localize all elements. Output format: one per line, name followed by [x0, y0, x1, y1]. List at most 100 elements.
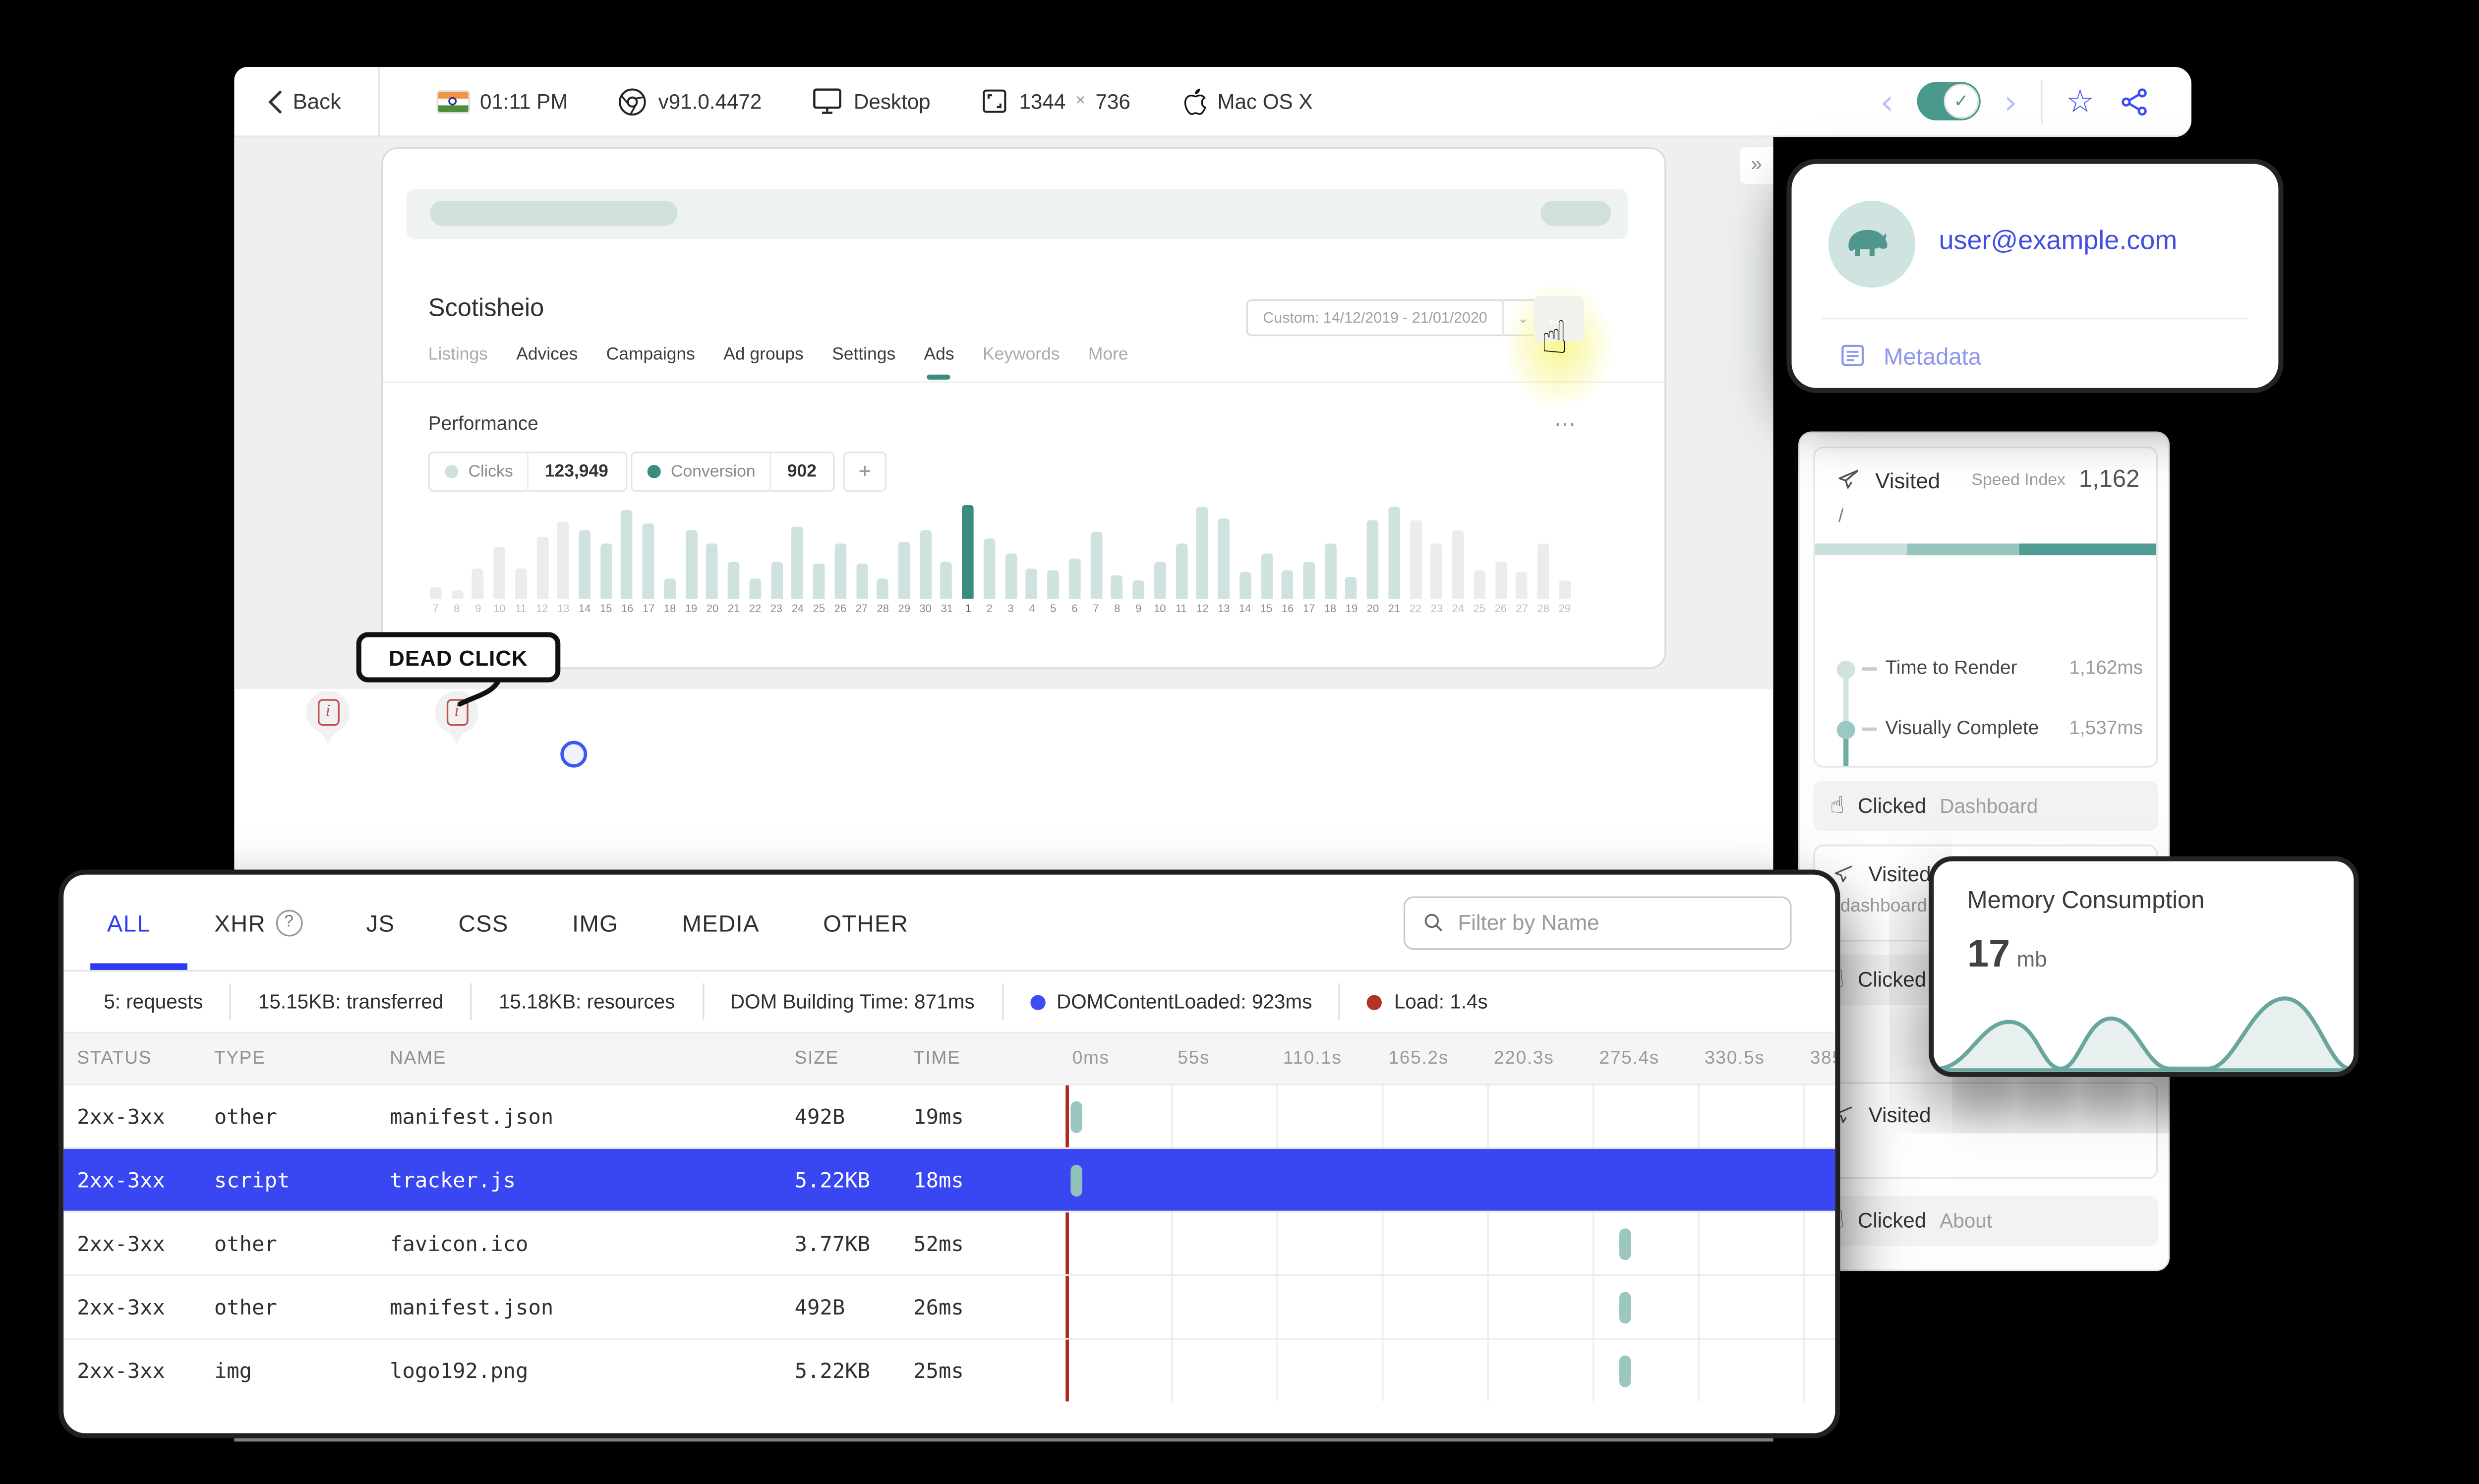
back-button[interactable]: Back [234, 89, 378, 114]
add-kpi-button[interactable]: + [843, 451, 887, 492]
table-row[interactable]: 2xx-3xx other favicon.ico 3.77KB 52ms [63, 1210, 1835, 1274]
filter-input[interactable] [1458, 910, 1773, 935]
stat-transferred: 15.15KB: transferred [230, 983, 471, 1021]
share-icon[interactable] [2118, 84, 2151, 117]
prev-session-button[interactable]: ‹ [1880, 84, 1893, 117]
site-tab-keywords[interactable]: Keywords [983, 344, 1060, 380]
mock-url-pill [430, 200, 678, 226]
metadata-button[interactable]: Metadata [1838, 341, 1981, 369]
col-name: NAME [390, 1048, 447, 1069]
waterfall-cell [1020, 1149, 1835, 1211]
apple-icon [1183, 88, 1206, 115]
stat-resources: 15.18KB: resources [470, 983, 702, 1021]
favorite-star-icon[interactable]: ☆ [2066, 83, 2095, 119]
performance-chart: 7 8 9 10 11 12 13 14 15 16 17 18 19 20 21 22 23 24 25 26 27 2… [425, 504, 1576, 617]
col-time: TIME [913, 1048, 961, 1069]
clicks-dot-icon [445, 464, 459, 478]
autoplay-toggle[interactable]: ✓ [1917, 82, 1981, 120]
kpi-label: Clicks [468, 462, 513, 481]
site-tab-campaigns[interactable]: Campaigns [606, 344, 695, 380]
browser-version-label: v91.0.4472 [658, 89, 762, 113]
timeline-playhead[interactable] [560, 740, 588, 767]
chrome-icon [619, 87, 647, 115]
resolution-x: × [1075, 92, 1086, 111]
cursor-hand-icon: ☝ [1540, 312, 1568, 365]
timing-row: Time to Render 1,162ms [1815, 652, 2156, 685]
network-tab-all[interactable]: ALL [107, 909, 151, 936]
table-row[interactable]: 2xx-3xx other manifest.json 492B 26ms [63, 1274, 1835, 1338]
waterfall-cell [1020, 1276, 1835, 1338]
metadata-doc-icon [1841, 344, 1864, 366]
next-session-button[interactable]: › [2004, 84, 2017, 117]
site-tab-settings[interactable]: Settings [832, 344, 895, 380]
network-panel: ALL XHR ? JS CSS IMG MEDIA OTHER 5: requ… [59, 869, 1840, 1438]
network-tab-js[interactable]: JS [366, 909, 395, 936]
site-tab-ad-groups[interactable]: Ad groups [723, 344, 804, 380]
divider [383, 381, 1665, 383]
help-icon[interactable]: ? [276, 909, 303, 936]
col-type: TYPE [214, 1048, 266, 1069]
network-tab-other[interactable]: OTHER [823, 909, 908, 936]
os-label: Mac OS X [1217, 89, 1313, 113]
event-row-clicked-about[interactable]: ☝ Clicked About [1813, 1196, 2158, 1246]
collapse-panel-button[interactable]: » [1739, 147, 1773, 184]
filter-search-box [1403, 895, 1792, 949]
browser-info: v91.0.4472 [618, 86, 762, 116]
click-hand-icon: ☝ [1830, 793, 1844, 820]
table-row[interactable]: 2xx-3xx other manifest.json 492B 19ms [63, 1084, 1835, 1147]
event-card-visited[interactable]: Visited [1813, 1082, 2158, 1179]
event-row-clicked[interactable]: ☝ Clicked Dashboard [1813, 781, 2158, 831]
events-panel: Visited Speed Index 1,162 / Time to Rend… [1798, 431, 2170, 1271]
dead-click-tooltip: DEAD CLICK [356, 632, 561, 683]
event-type: Visited [1875, 467, 1941, 493]
metadata-label: Metadata [1884, 342, 1982, 369]
kpi-clicks[interactable]: Clicks 123,949 [428, 451, 627, 492]
memory-sparkline [1935, 996, 2353, 1072]
timing-dot-icon [1836, 660, 1855, 679]
network-tab-media[interactable]: MEDIA [682, 909, 760, 936]
section-title: Performance [428, 414, 538, 435]
network-tabs: ALL XHR ? JS CSS IMG MEDIA OTHER [63, 875, 1835, 972]
network-tab-css[interactable]: CSS [459, 909, 509, 936]
site-tab-advices[interactable]: Advices [516, 344, 578, 380]
rhino-icon [1848, 229, 1888, 256]
tooltip-tail [457, 679, 501, 707]
stat-requests: 5: requests [104, 990, 203, 1014]
avatar [1828, 200, 1916, 288]
device-label: Desktop [853, 89, 931, 113]
table-row-selected[interactable]: 2xx-3xx script tracker.js 5.22KB 18ms [63, 1147, 1835, 1211]
event-visited-card[interactable]: Visited Speed Index 1,162 / Time to Rend… [1813, 446, 2158, 768]
issue-marker-icon[interactable]: i [306, 690, 350, 744]
site-tab-listings[interactable]: Listings [428, 344, 488, 380]
load-dot-icon [1367, 994, 1383, 1010]
col-size: SIZE [794, 1048, 839, 1069]
back-label: Back [293, 88, 341, 114]
session-time-label: 01:11 PM [480, 89, 568, 113]
network-tab-img[interactable]: IMG [572, 909, 618, 936]
session-topbar: Back 01:11 PM v91.0.4472 Desktop 1344 × … [234, 66, 2191, 137]
chevron-left-icon [268, 90, 282, 113]
user-email[interactable]: user@example.com [1939, 228, 2177, 258]
site-tab-more[interactable]: More [1088, 344, 1128, 380]
timing-row: Visually Complete 1,537ms [1815, 712, 2156, 745]
table-row[interactable]: 2xx-3xx img logo192.png 5.22KB 25ms [63, 1338, 1835, 1401]
resolution-height: 736 [1095, 89, 1130, 113]
section-menu-dots[interactable]: ⋯ [1554, 411, 1576, 438]
stat-load: Load: 1.4s [1339, 983, 1514, 1021]
date-range-value: Custom: 14/12/2019 - 21/01/2020 [1263, 309, 1487, 326]
kpi-label: Conversion [670, 462, 756, 481]
date-range-select[interactable]: Custom: 14/12/2019 - 21/01/2020 ⌄ [1246, 299, 1544, 337]
visited-path: / [1838, 507, 1844, 527]
site-tab-ads[interactable]: Ads [924, 344, 954, 380]
kpi-conversion[interactable]: Conversion 902 [630, 451, 835, 492]
speed-index-value: 1,162 [2078, 466, 2140, 494]
waterfall-cell [1020, 1085, 1835, 1147]
memory-consumption-popup: Memory Consumption 17 mb [1929, 856, 2359, 1077]
resolution-info: 1344 × 736 [981, 87, 1130, 115]
kpi-value: 902 [787, 461, 817, 482]
site-title: Scotisheio [428, 294, 544, 323]
resize-icon [983, 89, 1007, 113]
speed-index-label: Speed Index [1971, 470, 2066, 489]
network-tab-xhr[interactable]: XHR ? [214, 909, 303, 936]
desktop-icon [814, 88, 842, 114]
